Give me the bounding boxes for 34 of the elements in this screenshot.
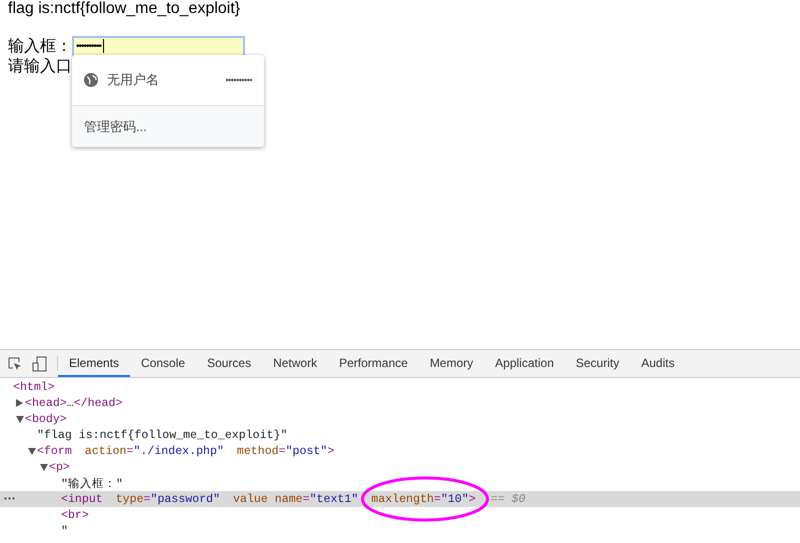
username-text: 无用户名 — [107, 71, 160, 89]
collapse-triangle-icon[interactable] — [40, 464, 48, 470]
more-dots-icon[interactable] — [4, 497, 15, 500]
devtools-tab[interactable]: Security — [564, 350, 630, 377]
password-field[interactable]: •••••••••• — [72, 36, 245, 56]
devtools-tab[interactable]: Audits — [630, 350, 686, 377]
devtools-tab[interactable]: Elements — [58, 350, 130, 377]
expand-triangle-icon[interactable] — [16, 399, 23, 407]
dom-node-line[interactable]: <p> — [49, 460, 70, 474]
dom-node-line[interactable]: " — [61, 524, 68, 538]
manage-passwords-item[interactable]: 管理密码... — [72, 105, 264, 147]
dom-node-line[interactable]: "flag is:nctf{follow_me_to_exploit}" — [37, 428, 288, 442]
field-label: 输入框： — [8, 36, 72, 56]
devtools-tab[interactable]: Memory — [418, 350, 484, 377]
devtools-tab[interactable]: Application — [484, 350, 565, 377]
devtools-tab[interactable]: Sources — [196, 350, 262, 377]
device-toolbar-icon[interactable] — [32, 356, 47, 372]
collapse-triangle-icon[interactable] — [16, 416, 24, 422]
inspect-element-icon[interactable] — [8, 356, 22, 370]
globe-icon — [84, 73, 98, 87]
flag-text: flag is:nctf{follow_me_to_exploit} — [8, 0, 240, 18]
dom-node-line[interactable]: <head>…</head> — [25, 396, 122, 410]
field-label: 请输入口 — [8, 57, 72, 77]
dom-node-line[interactable]: "输入框：" — [61, 476, 123, 490]
devtools-tab[interactable]: Performance — [328, 350, 419, 377]
devtools-tab[interactable]: Console — [130, 350, 196, 377]
dom-node-line[interactable]: <br> — [61, 508, 89, 522]
masked-password: •••••••••• — [225, 75, 252, 85]
dom-node-line[interactable]: <form action="./index.php" method="post"> — [37, 444, 334, 458]
dom-node-line[interactable]: <body> — [25, 412, 67, 426]
collapse-triangle-icon[interactable] — [28, 448, 36, 454]
devtools-tab[interactable]: Network — [262, 350, 328, 377]
dom-node-line[interactable]: <html> — [13, 380, 55, 394]
saved-password-item[interactable]: 无用户名 •••••••••• — [72, 55, 264, 105]
